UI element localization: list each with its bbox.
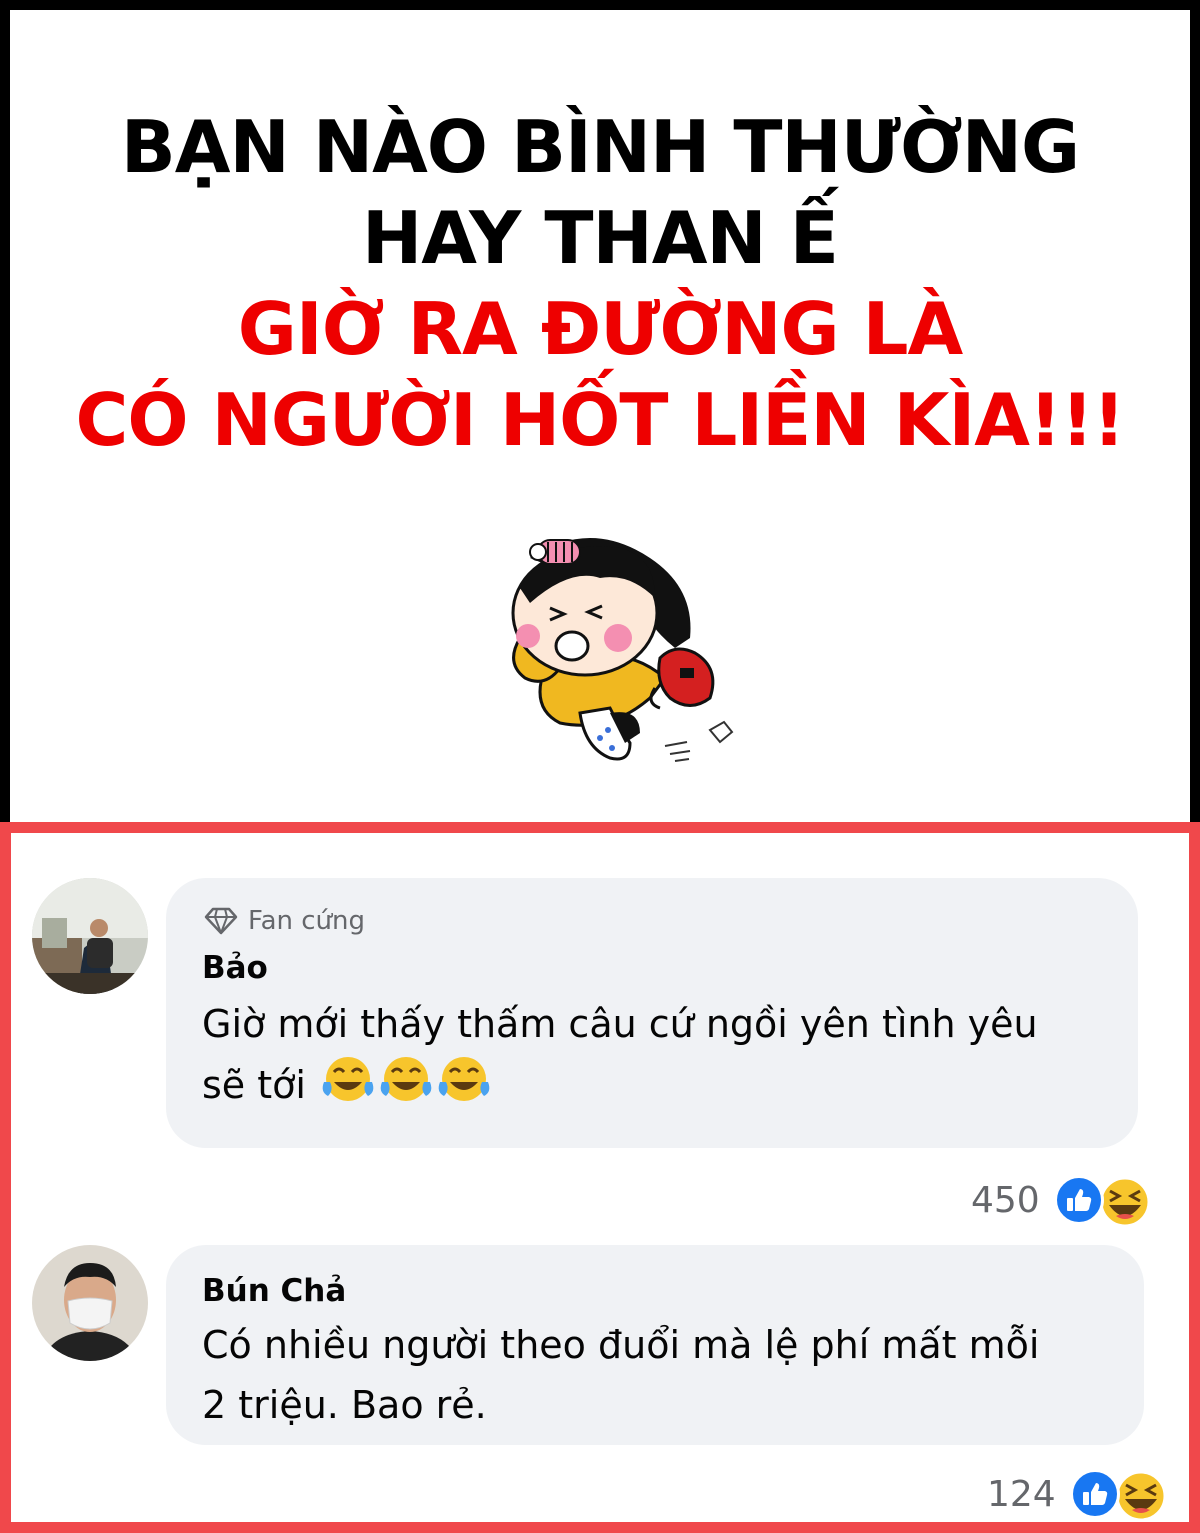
headline-line-2: HAY THAN Ế [362,196,839,280]
headline-line-3: GIỜ RA ĐƯỜNG LÀ [237,287,963,371]
meme-header: BẠN NÀO BÌNH THƯỜNG HAY THAN Ế GIỜ RA ĐƯ… [10,10,1190,822]
top-fan-badge: Fan cứng [204,906,365,936]
comment-text-line-1: Giờ mới thấy thấm câu cứ ngồi yên tình y… [202,1002,1038,1046]
comments-panel: Fan cứng Bảo Giờ mới thấy thấm câu cứ ng… [0,822,1200,1533]
tears-of-joy-emoji-icon [378,1054,434,1121]
comment-bubble: Bún Chả Có nhiều người theo đuổi mà lệ p… [166,1245,1144,1445]
haha-icon [1114,1469,1167,1522]
comment-text-line-2-words: sẽ tới [202,1063,306,1107]
comment-text-line-1: Có nhiều người theo đuổi mà lệ phí mất m… [202,1323,1040,1367]
reaction-count: 450 [971,1179,1040,1221]
comment-author[interactable]: Bảo [202,950,268,986]
diamond-icon [204,907,238,935]
haha-icon [1098,1175,1151,1228]
badge-label: Fan cứng [248,906,365,936]
avatar[interactable] [32,1245,148,1361]
meme-post: BẠN NÀO BÌNH THƯỜNG HAY THAN Ế GIỜ RA ĐƯ… [0,10,1200,1533]
reaction-summary[interactable]: 450 [971,1175,1151,1228]
tears-of-joy-emoji-icon [320,1054,376,1121]
reaction-summary[interactable]: 124 [987,1469,1167,1522]
headline-line-4: CÓ NGƯỜI HỐT LIỀN KÌA!!! [75,378,1125,462]
like-icon [1069,1469,1120,1519]
headline-line-1: BẠN NÀO BÌNH THƯỜNG [120,105,1080,189]
running-girl-sticker-icon [511,538,734,762]
like-icon [1053,1175,1104,1225]
comment-text: Có nhiều người theo đuổi mà lệ phí mất m… [202,1315,1132,1435]
comment-author[interactable]: Bún Chả [202,1273,346,1309]
avatar[interactable] [32,878,148,994]
comment-text-line-2: 2 triệu. Bao rẻ. [202,1383,487,1427]
reaction-count: 124 [987,1473,1056,1515]
tears-of-joy-emoji-icon [436,1054,492,1121]
comment-bubble: Fan cứng Bảo Giờ mới thấy thấm câu cứ ng… [166,878,1138,1148]
headline: BẠN NÀO BÌNH THƯỜNG HAY THAN Ế GIỜ RA ĐƯ… [10,102,1190,466]
comment-text: Giờ mới thấy thấm câu cứ ngồi yên tình y… [202,994,1122,1121]
comment-text-line-2: sẽ tới [202,1054,1122,1121]
